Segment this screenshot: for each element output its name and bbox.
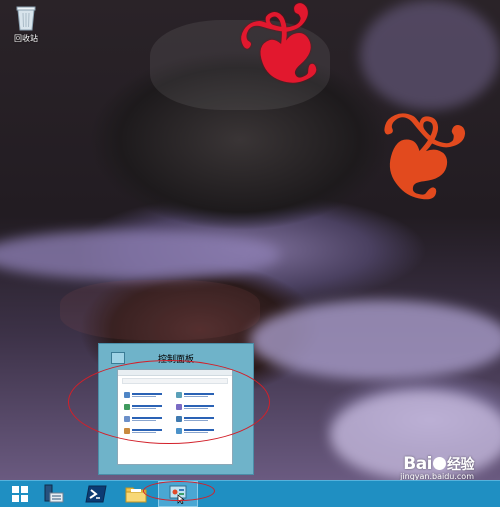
wallpaper-stream (250, 300, 500, 380)
wallpaper-rock (60, 280, 260, 340)
windows-logo-icon (12, 486, 28, 502)
annotation-ellipse-thumbnail (68, 360, 270, 444)
annotation-ellipse-taskbar (143, 481, 215, 501)
powershell-icon (85, 485, 107, 503)
server-manager-button[interactable] (34, 481, 74, 507)
watermark-logo: Bai 经验 (403, 454, 474, 474)
recycle-bin-icon (16, 6, 36, 31)
taskbar (0, 480, 500, 507)
baidu-jingyan-watermark: Bai 经验 jingyan.baidu.com (400, 454, 474, 481)
wallpaper-stream (0, 230, 280, 280)
recycle-bin-label: 回收站 (14, 34, 38, 43)
server-manager-icon (44, 484, 64, 503)
powershell-button[interactable] (76, 481, 116, 507)
orange-leaf: ❦ (353, 79, 487, 240)
recycle-bin-desktop-icon[interactable]: 回收站 (6, 4, 46, 44)
